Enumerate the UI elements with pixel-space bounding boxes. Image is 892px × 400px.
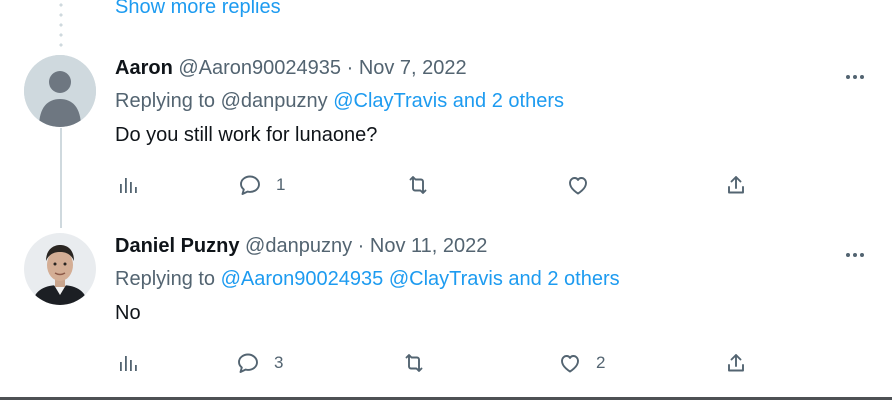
replying-to-prefix: Replying to (115, 90, 216, 112)
tweet-header: Daniel Puzny @danpuzny · Nov 11, 2022 (115, 235, 487, 258)
like-count: 2 (596, 353, 606, 372)
more-dots-icon (846, 253, 850, 257)
replying-to-plain: @danpuzny (220, 90, 328, 112)
replying-to-mentions[interactable]: @Aaron90024935 @ClayTravis and 2 others (221, 268, 620, 290)
reply-count: 1 (276, 175, 286, 194)
retweet-button[interactable] (402, 348, 426, 378)
heart-icon (561, 355, 579, 373)
more-options-button[interactable] (846, 244, 872, 257)
share-upload-icon (728, 176, 744, 194)
speech-bubble-icon (240, 175, 260, 195)
analytics-button[interactable] (116, 348, 140, 378)
speech-bubble-icon (238, 353, 258, 373)
like-button[interactable] (566, 170, 590, 200)
header-separator: · (346, 57, 354, 79)
analytics-button[interactable] (116, 170, 140, 200)
retweet-arrows-icon (409, 176, 427, 194)
tweet-date[interactable]: Nov 11, 2022 (370, 235, 488, 257)
retweet-arrows-icon (405, 354, 423, 372)
author-handle[interactable]: @danpuzny (245, 235, 352, 257)
more-dots-icon (846, 75, 850, 79)
reply-button[interactable]: 3 (236, 348, 283, 378)
author-handle[interactable]: @Aaron90024935 (178, 57, 341, 79)
avatar-aaron[interactable] (24, 55, 96, 127)
default-avatar-icon (24, 55, 96, 127)
show-more-replies-link[interactable]: Show more replies (115, 0, 281, 19)
avatar-daniel-puzny[interactable] (24, 233, 96, 305)
retweet-button[interactable] (406, 170, 430, 200)
replying-to-mentions[interactable]: @ClayTravis and 2 others (333, 90, 564, 112)
profile-photo (24, 233, 96, 305)
bar-chart-icon (120, 178, 137, 193)
reply-button[interactable]: 1 (238, 170, 285, 200)
tweet-text: No (115, 302, 141, 324)
author-name[interactable]: Aaron (115, 57, 173, 79)
tweet-text: Do you still work for lunaone? (115, 124, 378, 146)
thread-dotted-connector (59, 0, 63, 50)
bar-chart-icon (120, 356, 137, 371)
like-button[interactable]: 2 (558, 348, 605, 378)
share-upload-icon (728, 354, 744, 372)
more-options-button[interactable] (846, 66, 872, 79)
reply-count: 3 (274, 353, 284, 372)
replying-to-line: Replying to @Aaron90024935 @ClayTravis a… (115, 268, 620, 291)
tweet-header: Aaron @Aaron90024935 · Nov 7, 2022 (115, 57, 467, 80)
share-button[interactable] (724, 170, 748, 200)
author-name[interactable]: Daniel Puzny (115, 235, 239, 257)
replying-to-line: Replying to @danpuzny @ClayTravis and 2 … (115, 90, 564, 113)
share-button[interactable] (724, 348, 748, 378)
heart-icon (569, 177, 587, 195)
thread-connector-line (60, 128, 62, 228)
replying-to-prefix: Replying to (115, 268, 216, 290)
header-separator: · (357, 235, 365, 257)
tweet-date[interactable]: Nov 7, 2022 (359, 57, 467, 79)
